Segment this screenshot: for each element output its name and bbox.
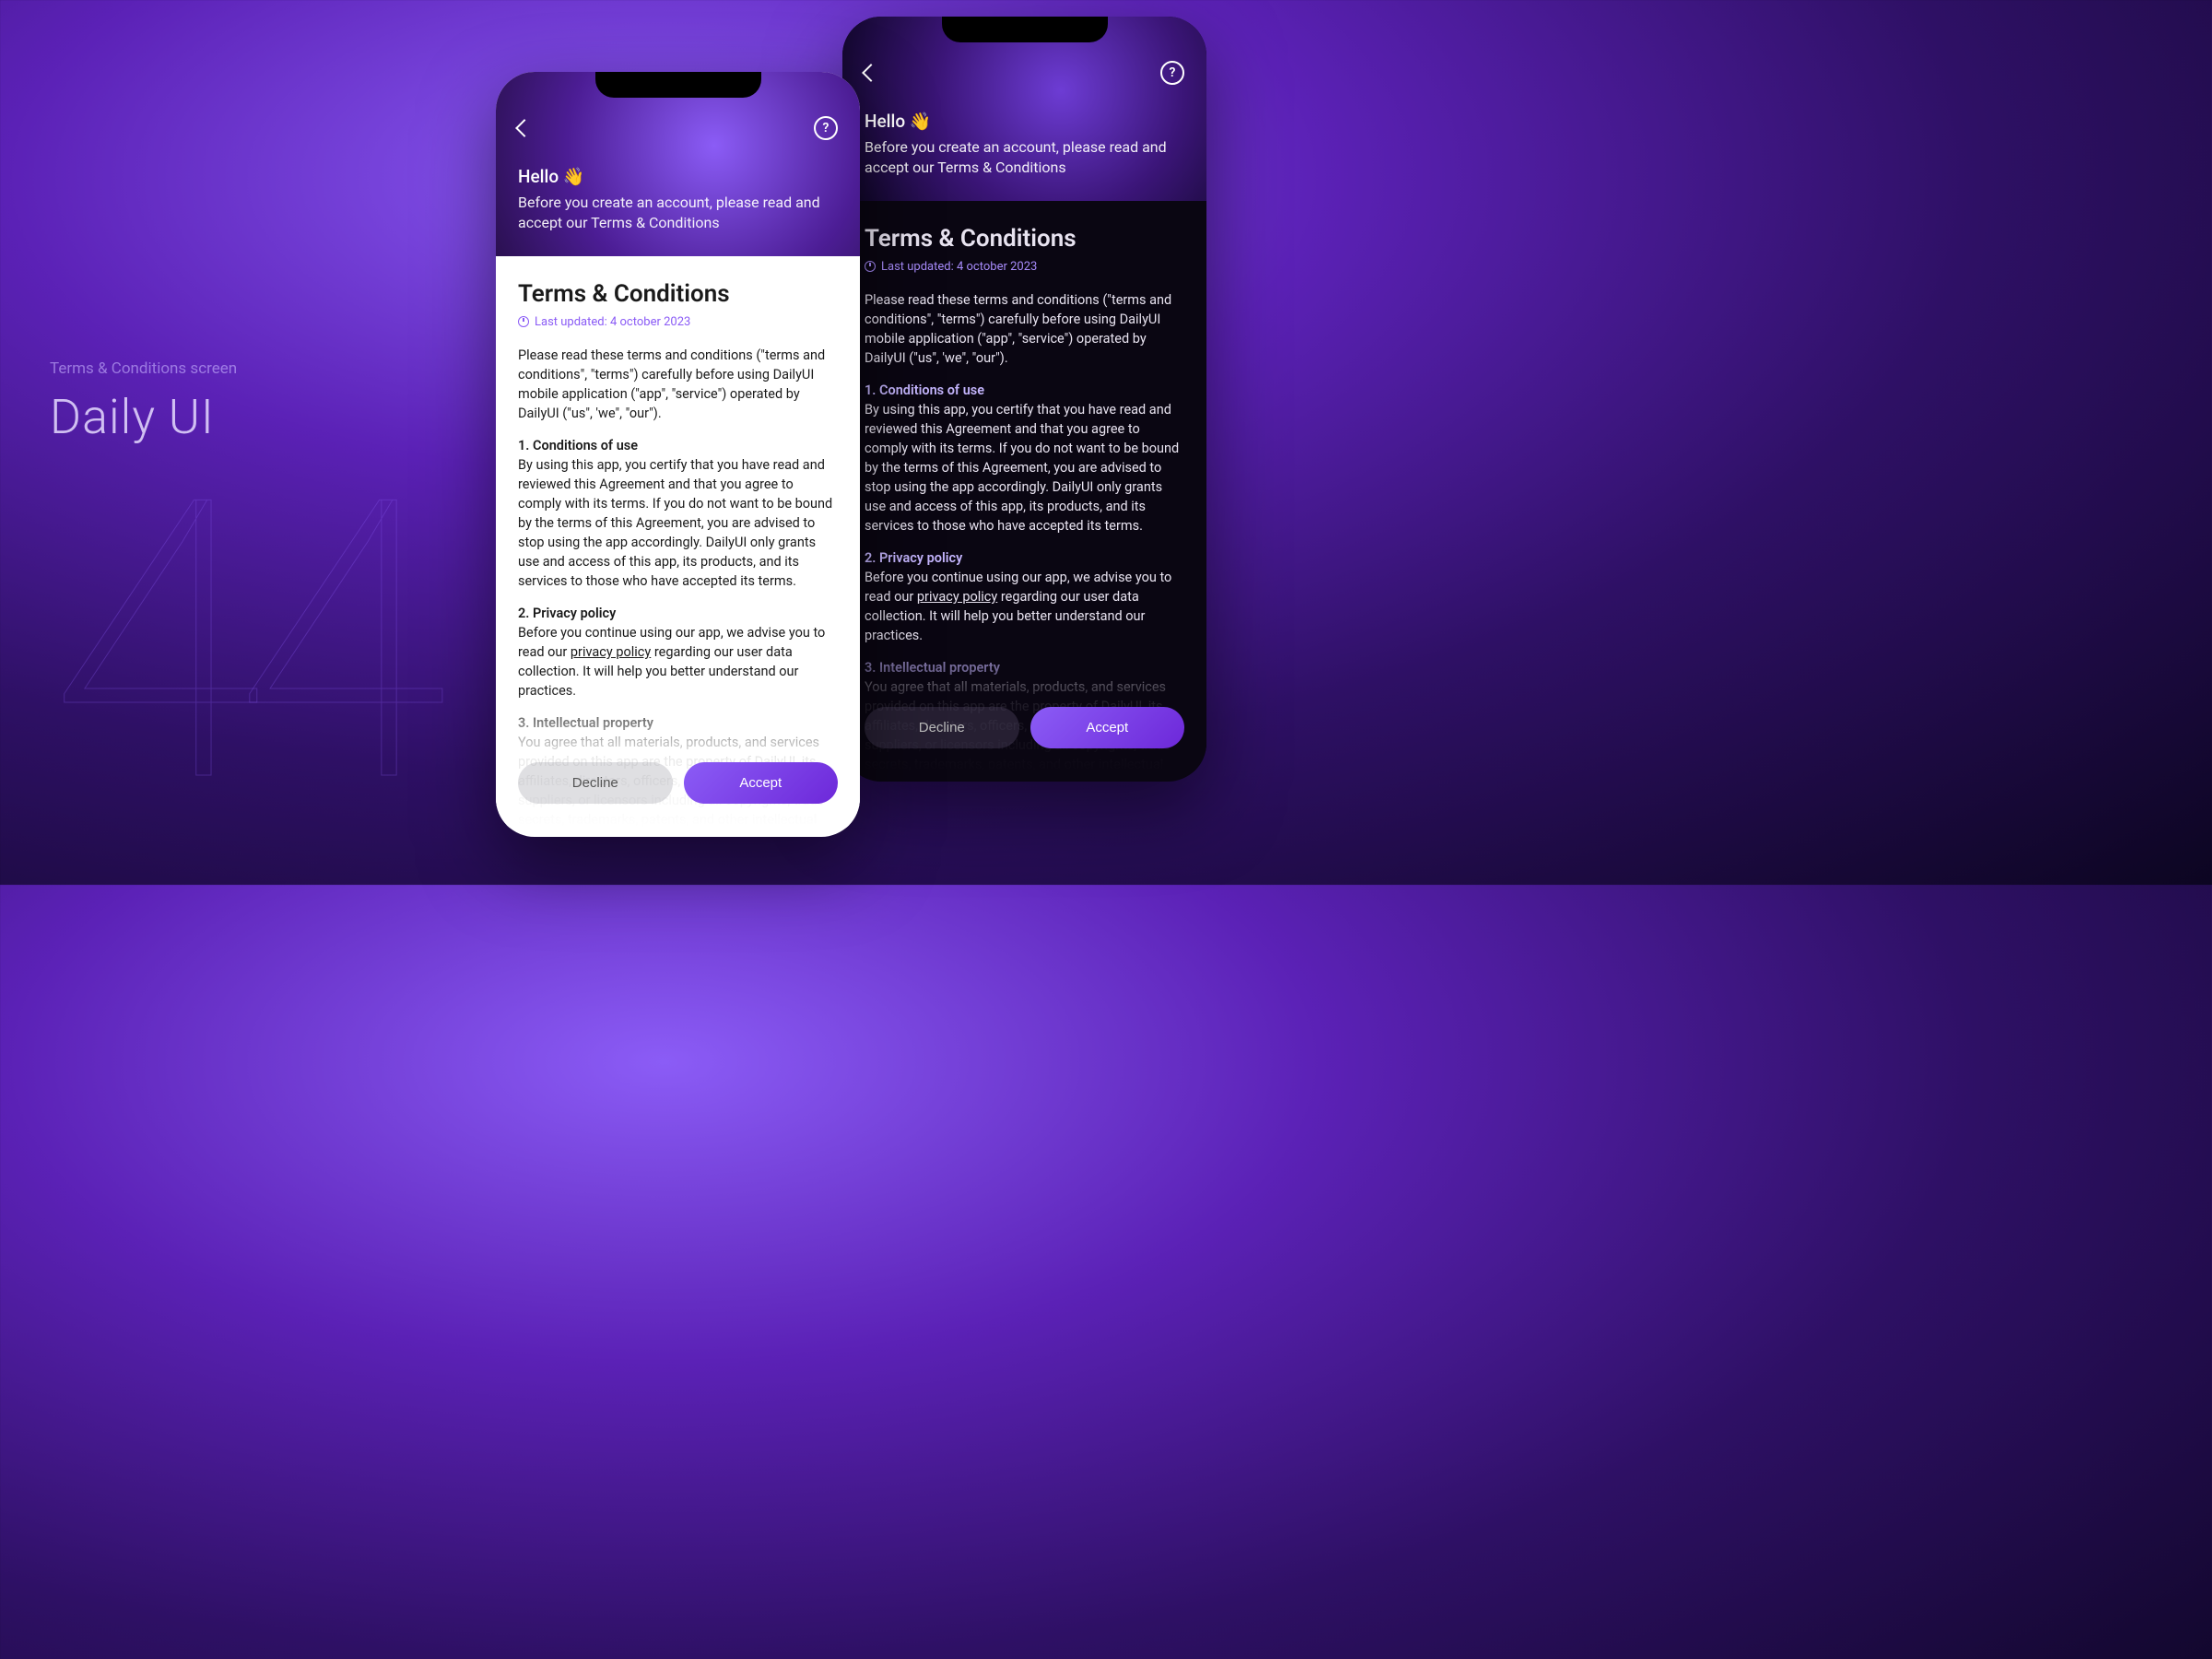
intro-text: Please read these terms and conditions (…: [518, 346, 838, 423]
section-3-head: 3. Intellectual property: [518, 715, 838, 731]
section-1-body: By using this app, you certify that you …: [865, 400, 1184, 535]
decline-button[interactable]: Decline: [865, 707, 1019, 748]
doc-title: Terms & Conditions: [865, 225, 1184, 253]
challenge-number: 44: [50, 488, 420, 798]
section-1-head: 1. Conditions of use: [518, 438, 838, 453]
help-icon[interactable]: ?: [1160, 61, 1184, 85]
back-icon[interactable]: [862, 64, 880, 82]
back-icon[interactable]: [515, 119, 534, 137]
section-1-head: 1. Conditions of use: [865, 382, 1184, 398]
intro-text: Please read these terms and conditions (…: [865, 290, 1184, 368]
privacy-policy-link[interactable]: privacy policy: [571, 644, 651, 660]
header-subtitle: Before you create an account, please rea…: [518, 193, 838, 234]
section-2-body: Before you continue using our app, we ad…: [518, 623, 838, 700]
notch: [942, 17, 1108, 42]
button-row: Decline Accept: [518, 762, 838, 804]
clock-icon: [518, 316, 529, 327]
greeting: Hello 👋: [865, 111, 1184, 132]
privacy-policy-link[interactable]: privacy policy: [917, 589, 997, 605]
header: ? Hello 👋 Before you create an account, …: [496, 72, 860, 256]
accept-button[interactable]: Accept: [1030, 707, 1185, 748]
updated-text: Last updated: 4 october 2023: [881, 260, 1037, 274]
section-2-head: 2. Privacy policy: [518, 606, 838, 621]
accept-button[interactable]: Accept: [684, 762, 839, 804]
content-area[interactable]: Terms & Conditions Last updated: 4 octob…: [496, 256, 860, 828]
decline-button[interactable]: Decline: [518, 762, 673, 804]
greeting: Hello 👋: [518, 166, 838, 187]
doc-title: Terms & Conditions: [518, 280, 838, 308]
notch: [595, 72, 761, 98]
header: ? Hello 👋 Before you create an account, …: [842, 17, 1206, 201]
left-title: Daily UI: [50, 389, 215, 445]
section-3-head: 3. Intellectual property: [865, 660, 1184, 676]
last-updated: Last updated: 4 october 2023: [865, 260, 1184, 274]
section-2-body: Before you continue using our app, we ad…: [865, 568, 1184, 645]
header-subtitle: Before you create an account, please rea…: [865, 137, 1184, 179]
phone-light: ? Hello 👋 Before you create an account, …: [496, 72, 860, 837]
section-2-head: 2. Privacy policy: [865, 550, 1184, 566]
left-subtitle: Terms & Conditions screen: [50, 359, 237, 378]
content-area[interactable]: Terms & Conditions Last updated: 4 octob…: [842, 201, 1206, 772]
clock-icon: [865, 261, 876, 272]
section-1-body: By using this app, you certify that you …: [518, 455, 838, 591]
last-updated: Last updated: 4 october 2023: [518, 315, 838, 329]
updated-text: Last updated: 4 october 2023: [535, 315, 690, 329]
help-icon[interactable]: ?: [814, 116, 838, 140]
phone-dark: ? Hello 👋 Before you create an account, …: [842, 17, 1206, 782]
button-row: Decline Accept: [865, 707, 1184, 748]
